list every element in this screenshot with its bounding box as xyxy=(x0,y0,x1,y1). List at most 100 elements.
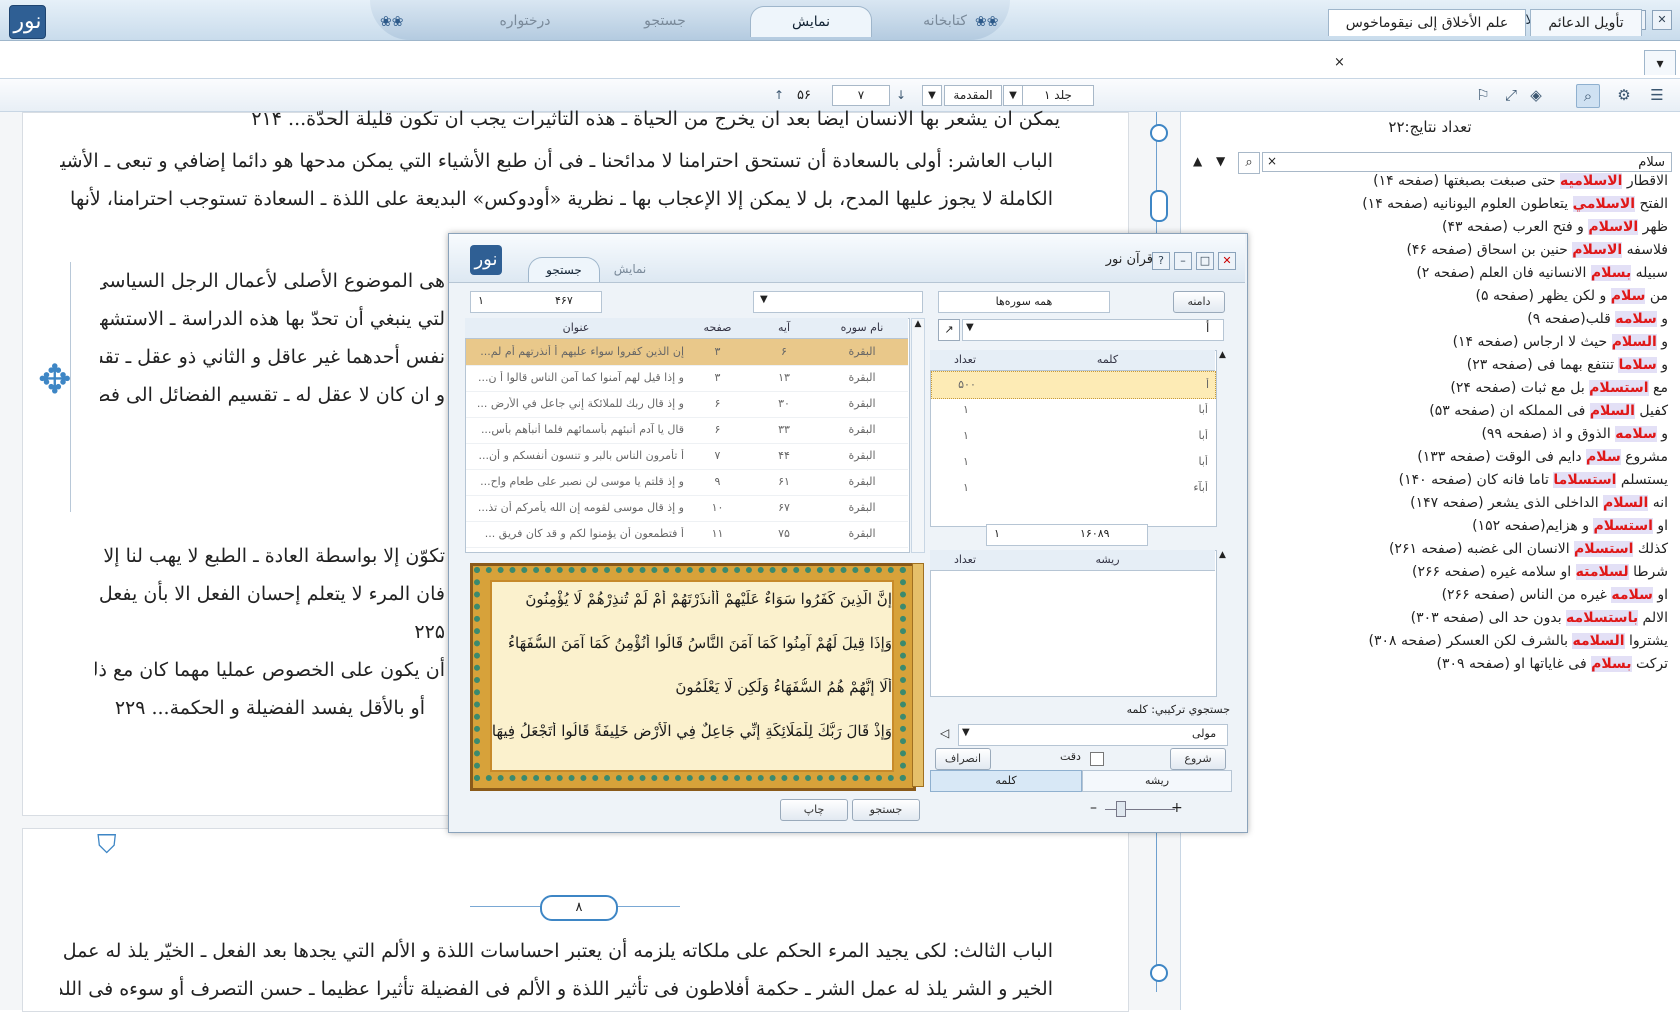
scope-button[interactable]: دامنه xyxy=(1173,291,1225,313)
search-result-item[interactable]: و سلاما تنتفع بهما فى (صفحه ۲۳) xyxy=(1467,356,1668,374)
track-thumb[interactable] xyxy=(1150,190,1168,222)
print-button[interactable]: چاپ xyxy=(780,799,848,821)
verse-row[interactable]: البقرة ۷۵ ۱۱ أ فتطمعون أن يؤمنوا لكم و قد ك… xyxy=(466,521,908,548)
scope-select[interactable]: همه سوره‌ها xyxy=(938,291,1110,313)
bookmark-icon[interactable]: ⛉ xyxy=(97,830,119,864)
verse-row[interactable]: البقرة ۱۳ ۳ و إذا قيل لهم آمنوا كما آمن الن… xyxy=(466,365,908,392)
word-row[interactable]: أ ۵۰۰ xyxy=(931,371,1216,399)
verse-row[interactable]: البقرة ۳۰ ۶ و إذ قال ربك للملائكة إني جاعل … xyxy=(466,391,908,418)
chevron-up-icon[interactable]: ▲ xyxy=(1193,154,1202,168)
gear-icon[interactable]: ⚙ xyxy=(1613,84,1635,106)
exact-checkbox[interactable] xyxy=(1090,752,1104,766)
search-result-item[interactable]: فلاسفه الاسلام حنين بن اسحاق (صفحه ۴۶) xyxy=(1406,241,1668,259)
tab-word[interactable]: كلمه xyxy=(930,770,1082,792)
word-action-icon[interactable]: ↗ xyxy=(938,319,960,341)
app-logo-icon[interactable]: نور xyxy=(9,5,46,39)
tab-display[interactable]: نمایش xyxy=(750,6,872,37)
clear-icon[interactable]: × xyxy=(1267,154,1277,168)
dialog-tab-search[interactable]: جستجو xyxy=(528,257,600,282)
doc-tab-tawil[interactable]: تأويل الدعائم xyxy=(1530,9,1642,36)
combo-input[interactable] xyxy=(958,724,1228,746)
col-header: صفحه xyxy=(703,321,732,334)
menu-icon[interactable]: ☰ xyxy=(1646,84,1668,106)
dialog-help-button[interactable]: ? xyxy=(1152,252,1170,270)
chevron-down-icon[interactable]: ▼ xyxy=(760,294,768,305)
word-row[interactable]: أبا ۱ xyxy=(931,423,1214,449)
verse-row[interactable]: البقرة ۶ ۳ إن الذين كفروا سواء عليهم أ أنذر… xyxy=(466,339,908,366)
chevron-down-icon[interactable]: ▼ xyxy=(966,322,974,333)
verse-row[interactable]: البقرة ۶۱ ۹ و إذ قلتم يا موسى لن نصبر على ط… xyxy=(466,469,908,496)
filter-select[interactable] xyxy=(753,291,923,313)
search-result-item[interactable]: مشروع سلام دايم فى الوقت (صفحه ۱۳۳) xyxy=(1417,448,1668,466)
verse-row[interactable]: البقرة ۳۳ ۶ قال يا آدم أنبئهم بأسمائهم فلما… xyxy=(466,417,908,444)
word-row[interactable]: أبآء ۱ xyxy=(931,475,1214,501)
verse-scrollbar[interactable]: ▲ xyxy=(911,318,925,553)
chevron-down-icon[interactable]: ▼ xyxy=(962,727,970,738)
search-button[interactable]: جستجو xyxy=(852,799,920,821)
search-result-item[interactable]: و سلامه قلب(صفحه ۹) xyxy=(1527,310,1668,328)
search-result-item[interactable]: و السلام حيث لا ارجاس (صفحه ۱۴) xyxy=(1453,333,1668,351)
chevron-down-icon[interactable]: ▼ xyxy=(1216,154,1225,168)
track-node-icon[interactable] xyxy=(1150,964,1168,982)
dialog-minimize-button[interactable]: – xyxy=(1174,252,1192,270)
word-pager[interactable] xyxy=(986,524,1148,546)
zoom-slider-thumb[interactable] xyxy=(1116,801,1126,817)
arrow-up-icon[interactable]: ↑ xyxy=(768,84,790,106)
play-icon[interactable]: ◁ xyxy=(940,726,949,740)
word-row[interactable]: أبا ۱ xyxy=(931,397,1214,423)
search-result-item[interactable]: الالم باستسلامه بدون حد الى (صفحه ۳۰۳) xyxy=(1411,609,1668,627)
doc-tab-ethics[interactable]: علم الأخلاق إلى نيقوماخوس xyxy=(1328,9,1526,36)
word-scrollbar[interactable]: ▲ xyxy=(1219,350,1229,525)
bookmark-icon[interactable]: ⚐ xyxy=(1472,84,1494,106)
search-result-item[interactable]: تركت بسلام فى غاياتها او (صفحه ۳۰۹) xyxy=(1436,655,1668,673)
tab-search[interactable]: جستجو xyxy=(605,6,725,36)
search-result-item[interactable]: الفتح الاسلامي يتعاطون العلوم اليونانيه … xyxy=(1362,195,1668,213)
tab-root[interactable]: ريشه xyxy=(1082,770,1232,792)
search-result-item[interactable]: يستسلم استسلاما تاما فانه كان (صفحه ۱۴۰) xyxy=(1399,471,1668,489)
search-icon[interactable]: ⌕ xyxy=(1238,152,1260,174)
layers-icon[interactable]: ◈ xyxy=(1525,84,1547,106)
section-select[interactable]: المقدمة xyxy=(944,85,1002,106)
search-result-item[interactable]: كفيل السلام فى المملكه ان (صفحه ۵۳) xyxy=(1429,402,1668,420)
tab-tree[interactable]: درختواره xyxy=(465,6,585,36)
close-tab-icon[interactable]: × xyxy=(1334,55,1345,70)
word-input[interactable] xyxy=(962,319,1224,341)
search-result-item[interactable]: شرطا لسلامته او سلامه غيره (صفحه ۲۶۶) xyxy=(1412,563,1668,581)
dialog-tab-display[interactable]: نمايش xyxy=(600,257,660,281)
page-input[interactable]: ۷ xyxy=(832,85,890,106)
result-search-input[interactable]: سلام xyxy=(1262,152,1672,172)
search-result-item[interactable]: سبيله بسلام الانسانيه فان العلم (صفحه ۲) xyxy=(1416,264,1668,282)
track-node-icon[interactable] xyxy=(1150,124,1168,142)
tab-library[interactable]: کتابخانه xyxy=(885,6,1005,36)
search-result-item[interactable]: و سلامه الذوق و اذ (صفحه ۹۹) xyxy=(1481,425,1668,443)
verse-pager[interactable] xyxy=(470,291,602,313)
close-button[interactable]: ✕ xyxy=(1652,10,1672,30)
search-result-item[interactable]: او سلامه غيره من الناس (صفحه ۲۶۶) xyxy=(1442,586,1668,604)
fullscreen-icon[interactable]: ⤢ xyxy=(1500,84,1522,106)
search-result-item[interactable]: مع استسلام بل مع ثبات (صفحه ۲۴) xyxy=(1450,379,1668,397)
start-button[interactable]: شروع xyxy=(1170,748,1226,770)
quran-scrollbar[interactable] xyxy=(912,563,924,787)
root-scrollbar[interactable]: ▲ xyxy=(1219,550,1229,695)
volume-select[interactable]: جلد ۱ xyxy=(1022,85,1094,106)
tab-list-dropdown-icon[interactable]: ▾ xyxy=(1644,50,1676,75)
search-icon[interactable]: ⌕ xyxy=(1576,84,1600,108)
word-row[interactable]: أبا ۱ xyxy=(931,449,1214,475)
chevron-down-icon[interactable]: ▼ xyxy=(1003,85,1023,106)
search-result-item[interactable]: انه السلام الداخلى الذى يشعر (صفحه ۱۴۷) xyxy=(1410,494,1668,512)
search-result-item[interactable]: كذلك استسلام الانسان الى غضبه (صفحه ۲۶۱) xyxy=(1389,540,1668,558)
search-result-item[interactable]: يشتروا السلامه بالشرف لكن العسكر (صفحه ۳… xyxy=(1369,632,1668,650)
search-result-item[interactable]: او استسلام و هزايم(صفحه ۱۵۲) xyxy=(1472,517,1668,535)
dialog-maximize-button[interactable]: □ xyxy=(1196,252,1214,270)
search-result-item[interactable]: ظهر الاسلام و فتح العرب (صفحه ۴۳) xyxy=(1442,218,1668,236)
arrow-down-icon[interactable]: ↓ xyxy=(890,84,912,106)
zoom-in-button[interactable]: + xyxy=(1171,800,1183,816)
search-result-item[interactable]: الاقطار الاسلاميه حتى صبغت بصبغتها (صفحه… xyxy=(1373,172,1668,190)
cancel-button[interactable]: انصراف xyxy=(935,748,991,770)
chevron-down-icon[interactable]: ▼ xyxy=(922,85,942,106)
verse-row[interactable]: البقرة ۴۴ ۷ أ تأمرون الناس بالبر و تنسون أن… xyxy=(466,443,908,470)
zoom-out-button[interactable]: – xyxy=(1090,800,1097,816)
dialog-close-button[interactable]: ✕ xyxy=(1218,252,1236,270)
verse-row[interactable]: البقرة ۶۷ ۱۰ و إذ قال موسى لقومه إن الله يأ… xyxy=(466,495,908,522)
search-result-item[interactable]: من سلام و لكن يظهر (صفحه ۵) xyxy=(1476,287,1668,305)
